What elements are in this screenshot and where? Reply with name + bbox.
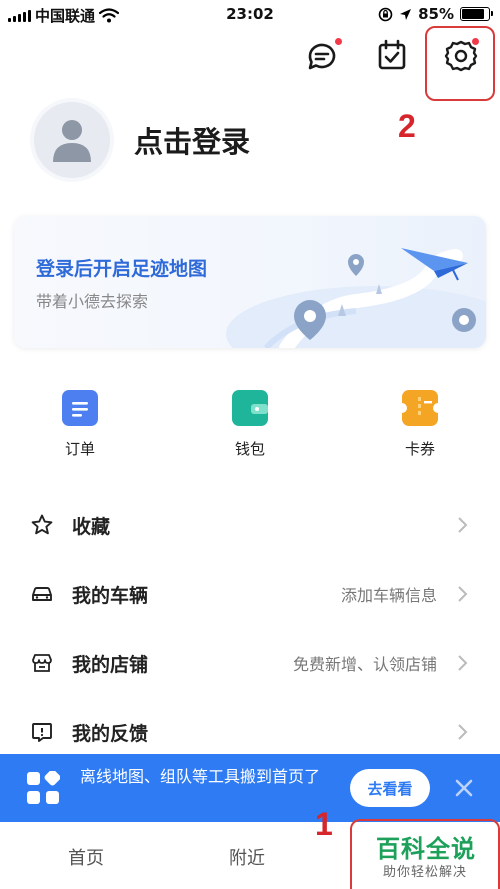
card-subtitle: 带着小德去探索: [36, 292, 149, 311]
quick-action-label: 订单: [64, 440, 95, 458]
feedback-icon: [32, 723, 52, 742]
quick-action-label: 钱包: [234, 440, 265, 458]
orientation-lock-icon: [378, 7, 393, 21]
step-number-settings: 2: [398, 108, 416, 144]
chevron-right-icon: [458, 655, 468, 671]
quick-action-order[interactable]: 订单: [25, 390, 135, 459]
user-avatar-icon: [53, 119, 91, 162]
chevron-right-icon: [458, 724, 468, 740]
watermark-title: 百科全说: [376, 835, 476, 863]
menu-item-my-vehicles[interactable]: 我的车辆 添加车辆信息: [0, 559, 500, 629]
message-button[interactable]: [302, 36, 342, 76]
map-pin-right-icon: [452, 308, 476, 332]
status-right: 85%: [378, 5, 493, 23]
menu-item-label: 我的店铺: [72, 653, 149, 676]
watermark-highlight-box: 百科全说 助你轻松解决: [350, 819, 500, 889]
wallet-icon: [232, 390, 268, 426]
card-title: 登录后开启足迹地图: [36, 258, 208, 280]
chevron-right-icon: [458, 586, 468, 602]
menu-item-my-store[interactable]: 我的店铺 免费新增、认领店铺: [0, 628, 500, 698]
promo-text: 离线地图、组队等工具搬到首页了: [80, 767, 321, 786]
quick-action-coupon[interactable]: 卡券: [365, 390, 475, 459]
checkin-button[interactable]: [372, 36, 412, 76]
promo-banner[interactable]: 离线地图、组队等工具搬到首页了 去看看: [0, 754, 500, 822]
login-profile[interactable]: 点击登录: [30, 97, 250, 182]
quick-action-wallet[interactable]: 钱包: [195, 390, 305, 459]
menu-item-label: 我的车辆: [72, 584, 149, 607]
map-illustration: [226, 248, 486, 348]
settings-highlight-box: [425, 26, 495, 101]
status-bar: 中国联通 23:02 85%: [0, 0, 500, 30]
login-text[interactable]: 点击登录: [134, 119, 250, 161]
quick-actions: 订单 钱包 卡券: [0, 390, 500, 470]
menu-item-hint: 免费新增、认领店铺: [292, 655, 437, 674]
avatar[interactable]: [30, 97, 114, 182]
tab-nearby[interactable]: 附近: [229, 844, 265, 870]
battery-icon: [460, 7, 493, 21]
quick-action-label: 卡券: [404, 440, 435, 458]
tab-home[interactable]: 首页: [68, 844, 104, 870]
order-icon: [62, 390, 98, 426]
menu-item-hint: 添加车辆信息: [340, 586, 437, 605]
battery-percent: 85%: [418, 5, 454, 23]
checkin-calendar-icon: [378, 39, 406, 70]
menu-item-favorites[interactable]: 收藏: [0, 490, 500, 560]
car-icon: [32, 587, 52, 601]
tools-grid-icon: [27, 771, 60, 804]
map-pin-small-icon: [348, 254, 364, 276]
watermark-subtitle: 助你轻松解决: [383, 865, 468, 880]
chevron-right-icon: [458, 517, 468, 533]
coupon-icon: [397, 390, 443, 426]
footprint-map-card[interactable]: 登录后开启足迹地图 带着小德去探索: [14, 216, 486, 348]
store-icon: [32, 654, 52, 672]
step-number-tab: 1: [315, 806, 333, 842]
star-icon: [31, 514, 53, 535]
message-badge-dot: [335, 38, 342, 45]
close-icon[interactable]: [452, 776, 476, 800]
location-arrow-icon: [400, 8, 412, 20]
menu-item-label: 收藏: [72, 515, 111, 538]
menu-item-label: 我的反馈: [72, 722, 149, 745]
promo-go-button[interactable]: 去看看: [350, 769, 430, 807]
